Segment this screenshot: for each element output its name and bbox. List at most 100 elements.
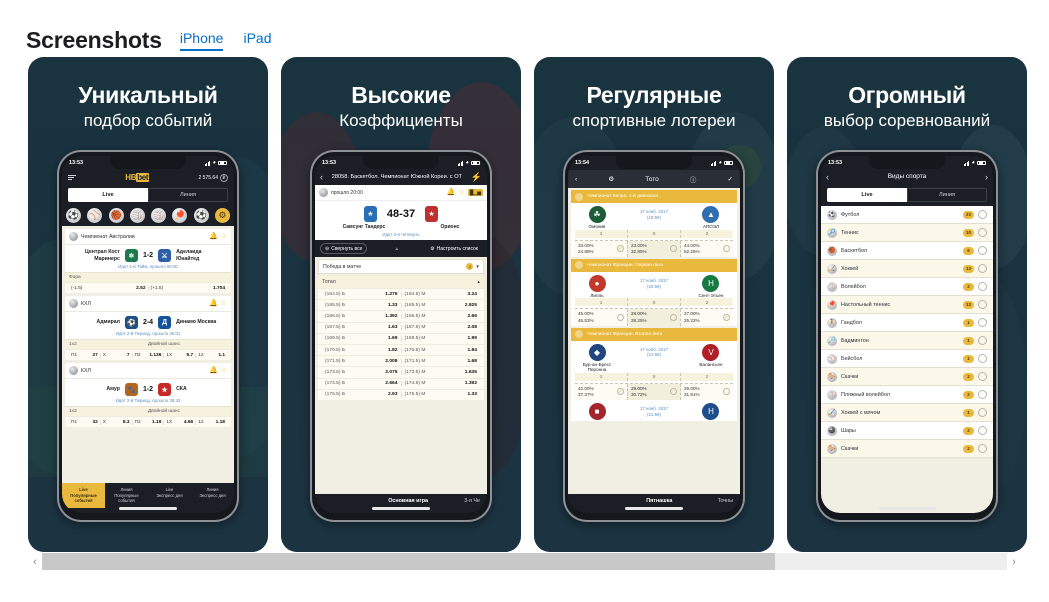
odds-cell[interactable]: 1X 5.7 bbox=[163, 352, 195, 358]
odds-cell[interactable]: 12 1.18 bbox=[195, 419, 227, 425]
star-icon[interactable]: ☆ bbox=[221, 233, 227, 240]
totals-row[interactable]: (171.5) Б 2.008 (171.5) М 1.68 bbox=[318, 355, 484, 367]
sport-radio[interactable] bbox=[978, 336, 987, 345]
settings-list-button[interactable]: ⚙ Настроить список bbox=[426, 244, 482, 253]
outcome-cell[interactable]: 27.00% 25.22% ✓ bbox=[680, 309, 733, 326]
total-under-cell[interactable]: (167.5) М 2.08 bbox=[400, 325, 481, 331]
sport-radio[interactable] bbox=[978, 426, 987, 435]
total-over-cell[interactable]: (171.5) Б 2.008 bbox=[322, 359, 401, 364]
scroll-right-arrow[interactable]: › bbox=[1007, 556, 1021, 568]
back-chevron-icon[interactable]: ‹ bbox=[826, 173, 829, 182]
events-scroll-area[interactable]: Чемпионат Австралии 🔔 ☆ Централ Кост Мар… bbox=[62, 226, 234, 484]
bell-icon[interactable]: 🔔 bbox=[209, 233, 218, 240]
screenshot-card-2[interactable]: Высокие Коэффициенты 13:53 ◕ ‹ 28058. Ба… bbox=[281, 57, 521, 552]
sport-list-item[interactable]: 🐎 Скачки 2 bbox=[821, 368, 993, 386]
totals-row[interactable]: (175.5) Б 2.93 (175.5) М 1.33 bbox=[318, 388, 484, 400]
back-chevron-icon[interactable]: ‹ bbox=[575, 176, 577, 183]
sport-icon-football[interactable]: ⚽ bbox=[66, 208, 81, 223]
totals-row[interactable]: (170.5) Б 1.82 (170.5) М 1.84 bbox=[318, 343, 484, 356]
star-icon[interactable]: ☆ bbox=[458, 189, 464, 196]
odds-cell[interactable]: (-1.5) 2.52 bbox=[69, 286, 148, 291]
outcome-cell[interactable]: 29.00% 31.91% bbox=[680, 383, 733, 401]
scrollbar-track[interactable] bbox=[42, 553, 1007, 570]
scroll-left-arrow[interactable]: ‹ bbox=[28, 556, 42, 568]
main-game-tab[interactable]: Основная игра bbox=[388, 498, 428, 504]
total-over-cell[interactable]: (175.5) Б 2.93 bbox=[322, 392, 401, 397]
outcome-cell[interactable]: 42.00% 37.37% ✓ bbox=[575, 383, 627, 401]
sport-icon-baseball[interactable]: ⚾ bbox=[87, 208, 103, 223]
sport-radio[interactable] bbox=[978, 264, 987, 273]
odds-cell[interactable]: X 8.3 bbox=[99, 419, 132, 425]
outcome-radio[interactable] bbox=[617, 314, 624, 322]
sport-list-item[interactable]: 🎾 Теннис 10 bbox=[821, 224, 993, 242]
event-card[interactable]: КХЛ 🔔 ☆ Адмирал ⚽ 2-4 Д Динамо Москва Ид… bbox=[65, 296, 231, 360]
balance-display[interactable]: 2 575.64 ₽ bbox=[199, 173, 228, 182]
sport-radio[interactable] bbox=[978, 300, 987, 309]
live-line-segmented[interactable]: Live Линия bbox=[821, 185, 993, 206]
scrollbar-thumb[interactable] bbox=[42, 553, 776, 570]
event-card[interactable]: Чемпионат Австралии 🔔 ☆ Централ Кост Мар… bbox=[65, 229, 231, 293]
collapse-all-button[interactable]: ⊖ Свернуть все bbox=[320, 243, 368, 254]
star-icon[interactable]: ☆ bbox=[221, 367, 227, 374]
sports-list[interactable]: ⚽ Футбол 23 🎾 Теннис 10 🏀 Баскетбол 6 🏒 … bbox=[821, 206, 993, 513]
totals-row[interactable]: (167.5) Б 1.63 (167.5) М 2.08 bbox=[318, 321, 484, 333]
segment-line[interactable]: Линия bbox=[907, 188, 987, 202]
total-over-cell[interactable]: (169.5) Б 1.69 bbox=[322, 336, 401, 341]
tab-iphone[interactable]: iPhone bbox=[179, 31, 224, 51]
chevron-up-icon[interactable]: ▴ bbox=[477, 279, 480, 285]
screenshot-carousel[interactable]: Уникальный подбор событий 13:53 ◕ НВbet … bbox=[0, 52, 1049, 552]
outcome-radio[interactable] bbox=[670, 388, 677, 396]
sport-radio[interactable] bbox=[978, 444, 987, 453]
outcome-cell[interactable]: 33.00% 24.88% ✓ bbox=[575, 240, 627, 257]
outcome-radio[interactable] bbox=[670, 314, 677, 322]
bottom-bar[interactable]: Основная игра 3-я Че bbox=[315, 494, 487, 513]
sport-list-item[interactable]: 🏀 Баскетбол 6 bbox=[821, 242, 993, 260]
totals-row[interactable]: (173.5) Б 2.075 (173.5) М 1.635 bbox=[318, 366, 484, 378]
total-under-cell[interactable]: (164.5) М 3.24 bbox=[400, 291, 481, 297]
total-under-cell[interactable]: (170.5) М 1.84 bbox=[400, 347, 481, 353]
check-icon[interactable]: ✓ bbox=[728, 175, 733, 183]
lightning-icon[interactable]: ⚡ bbox=[471, 173, 482, 182]
horizontal-scrollbar[interactable]: ‹ › bbox=[28, 553, 1021, 570]
total-over-cell[interactable]: (166.5) Б 1.392 bbox=[322, 314, 401, 319]
event-card[interactable]: КХЛ 🔔 ☆ Амур 🐾 1-2 ★ СКА Идет 2-й Период… bbox=[65, 363, 231, 427]
sport-list-item[interactable]: 🐎 Скачки 2 bbox=[821, 440, 993, 458]
bell-icon[interactable]: 🔔 bbox=[209, 300, 218, 307]
market-tools-bar[interactable]: ⊖ Свернуть все ▵ ⚙ Настроить список bbox=[315, 240, 487, 257]
totals-row[interactable]: (164.5) Б 1.275 (164.5) М 3.24 bbox=[318, 288, 484, 300]
total-over-cell[interactable]: (170.5) Б 1.82 bbox=[322, 348, 401, 353]
screenshot-card-1[interactable]: Уникальный подбор событий 13:53 ◕ НВbet … bbox=[28, 57, 268, 552]
odds-cell[interactable]: П2 1.136 bbox=[131, 352, 164, 358]
sport-icon-soccer[interactable]: ⚽ bbox=[193, 208, 209, 223]
toto-match[interactable]: ☘ Омония 17 нояб. 2017 (19:59) ▲ АПОЭЛ 1… bbox=[571, 203, 737, 257]
sport-list-item[interactable]: 🤾 Гандбол 1 bbox=[821, 314, 993, 332]
total-over-cell[interactable]: (167.5) Б 1.63 bbox=[322, 325, 401, 330]
total-over-cell[interactable]: (164.5) Б 1.275 bbox=[322, 292, 401, 297]
market-row-win[interactable]: Победа в матче 2 ▾ bbox=[318, 259, 484, 274]
outcome-radio[interactable] bbox=[723, 388, 730, 396]
sport-icon-basketball[interactable]: 🏀 bbox=[108, 208, 124, 223]
total-under-cell[interactable]: (169.5) М 1.99 bbox=[400, 336, 481, 342]
tab-line-express[interactable]: Линия Экспресс дня bbox=[191, 483, 234, 508]
toto-match[interactable]: ◆ Бур-ан-Бресс Перонна 17 нояб. 2017 (21… bbox=[571, 340, 737, 401]
sport-list-item[interactable]: 🏐 Волейбол 2 bbox=[821, 278, 993, 296]
sport-icon-tabletennis[interactable]: 🏐 bbox=[129, 208, 145, 223]
sport-radio[interactable] bbox=[978, 408, 987, 417]
outcome-cell[interactable]: 45.00% 46.53% bbox=[575, 309, 627, 326]
info-icon[interactable]: ⓘ bbox=[690, 174, 697, 184]
totals-header[interactable]: Тотал ▴ bbox=[318, 276, 484, 288]
total-under-cell[interactable]: (166.5) М 2.66 bbox=[400, 313, 481, 319]
outcome-radio[interactable]: ✓ bbox=[723, 314, 730, 322]
odds-cell[interactable]: П1 27 bbox=[69, 353, 100, 358]
total-under-cell[interactable]: (173.5) М 1.635 bbox=[400, 369, 481, 375]
odds-cell[interactable]: X7 bbox=[99, 352, 132, 358]
total-over-cell[interactable]: (173.5) Б 2.075 bbox=[322, 370, 401, 375]
quarter-tab[interactable]: 3-я Че bbox=[464, 498, 480, 504]
live-line-segmented[interactable]: Live Линия bbox=[62, 185, 234, 206]
sport-list-item[interactable]: 🏐 Пляжный волейбол 2 bbox=[821, 386, 993, 404]
total-under-cell[interactable]: (174.5) М 1.392 bbox=[400, 381, 481, 387]
forward-chevron-icon[interactable]: › bbox=[985, 173, 988, 182]
outcome-radio[interactable]: ✓ bbox=[617, 388, 624, 396]
odds-cell[interactable]: 1X 4.66 bbox=[163, 419, 195, 425]
bell-icon[interactable]: 🔔 bbox=[447, 189, 456, 196]
